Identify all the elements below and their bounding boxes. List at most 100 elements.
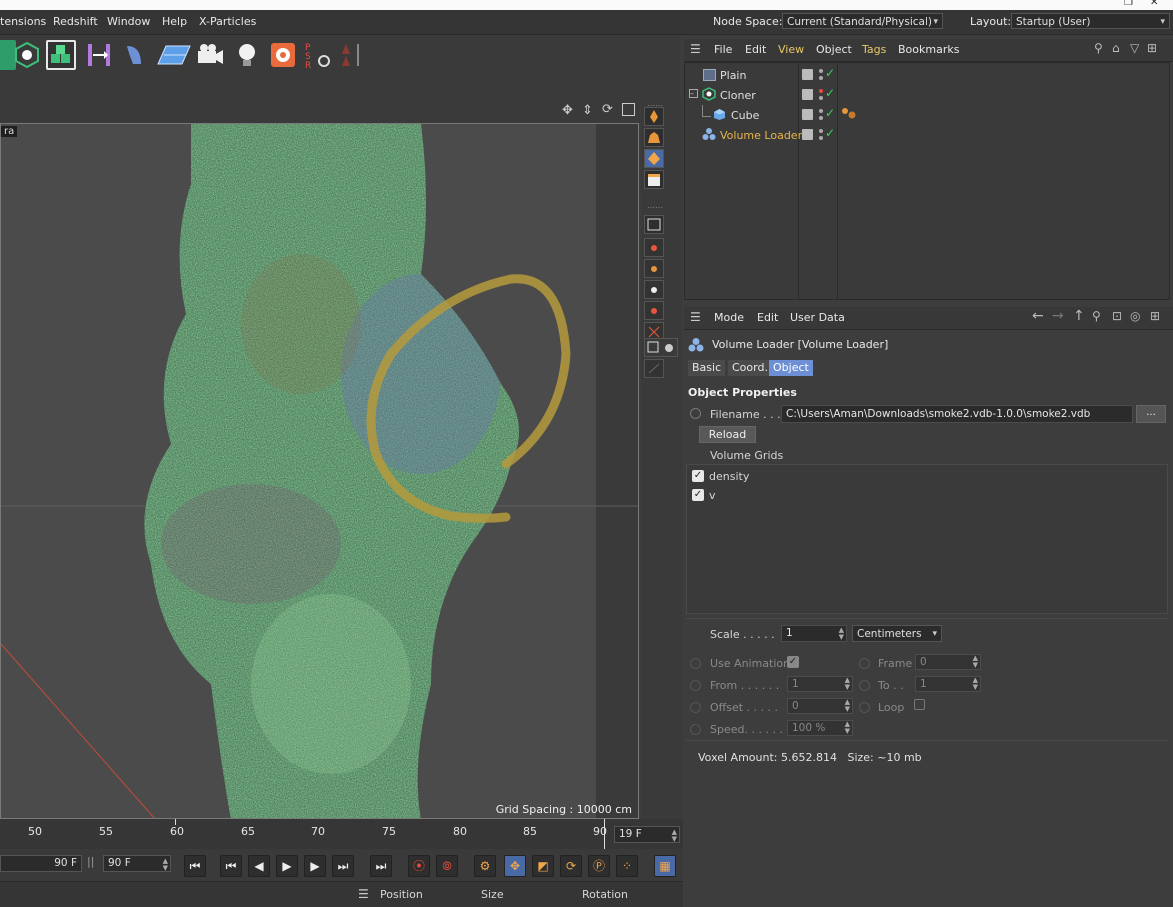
home-icon[interactable]: ⌂ — [1112, 41, 1120, 55]
uv-mode-icon[interactable] — [644, 301, 664, 320]
visibility-dot[interactable] — [819, 89, 823, 93]
editor-visibility-toggle[interactable] — [802, 109, 813, 120]
timeline-window-icon[interactable]: ▦ — [654, 855, 676, 877]
frame-input[interactable]: 0 ▲ ▼ — [915, 654, 981, 670]
enabled-check-icon[interactable]: ✓ — [825, 66, 835, 80]
om-menu-file[interactable]: File — [714, 43, 732, 56]
deformer-tool-icon[interactable] — [119, 40, 149, 70]
paint-mode-icon[interactable] — [644, 215, 664, 234]
frame-radio[interactable] — [859, 658, 870, 669]
keyframe-selection-icon[interactable]: ⚙ — [474, 855, 496, 877]
object-row-cube[interactable]: Cube ✓ — [685, 105, 1169, 125]
previous-frame-icon[interactable]: ◀ — [248, 855, 270, 877]
loop-checkbox[interactable] — [914, 699, 925, 710]
dolly-view-icon[interactable]: ⇕ — [582, 103, 593, 118]
current-frame-field[interactable]: 19 F ▲ ▼ — [614, 826, 680, 843]
layout-dropdown[interactable]: Startup (User) ▾ — [1011, 13, 1170, 29]
from-radio[interactable] — [690, 680, 701, 691]
hamburger-icon[interactable]: ☰ — [690, 42, 701, 56]
new-window-icon[interactable]: ⊞ — [1150, 309, 1160, 323]
am-menu-mode[interactable]: Mode — [714, 311, 744, 324]
psr-tool-icon[interactable]: PSR — [303, 40, 333, 71]
from-input[interactable]: 1 ▲ ▼ — [787, 676, 853, 692]
om-menu-edit[interactable]: Edit — [745, 43, 766, 56]
render-view-icon[interactable] — [644, 128, 664, 147]
menu-x-particles[interactable]: X-Particles — [199, 15, 256, 28]
key-scale-icon[interactable]: ◩ — [532, 855, 554, 877]
go-to-start-icon[interactable]: ⏮ — [184, 855, 206, 877]
menu-help[interactable]: Help — [162, 15, 187, 28]
visibility-dot[interactable] — [819, 136, 823, 140]
om-menu-view[interactable]: View — [778, 43, 804, 56]
key-rotation-icon[interactable]: ⟳ — [560, 855, 582, 877]
use-animation-radio[interactable] — [690, 658, 701, 669]
mograph-tool-icon[interactable] — [46, 40, 76, 70]
light-tool-icon[interactable] — [232, 40, 262, 70]
scale-input[interactable]: 1 ▲ ▼ — [781, 625, 847, 642]
collapse-icon[interactable]: – — [689, 89, 698, 98]
previous-key-icon[interactable]: ⏮ — [220, 855, 242, 877]
move-view-icon[interactable]: ✥ — [562, 103, 573, 118]
am-menu-edit[interactable]: Edit — [757, 311, 778, 324]
scale-unit-dropdown[interactable]: Centimeters ▾ — [852, 625, 942, 642]
maximize-view-icon[interactable] — [622, 103, 635, 116]
render-tool-icon[interactable] — [268, 40, 298, 70]
end-frame-field[interactable]: 90 F ▲ ▼ — [103, 855, 171, 872]
hamburger-icon[interactable]: ☰ — [690, 310, 701, 324]
visibility-dot[interactable] — [819, 109, 823, 113]
om-menu-bookmarks[interactable]: Bookmarks — [898, 43, 959, 56]
spinner-icon[interactable]: ▲ ▼ — [973, 677, 978, 691]
filename-input[interactable]: C:\Users\Aman\Downloads\smoke2.vdb-1.0.0… — [781, 405, 1133, 423]
points-mode-icon[interactable] — [644, 238, 664, 257]
loop-radio[interactable] — [859, 702, 870, 713]
key-position-icon[interactable]: ✥ — [504, 855, 526, 877]
edit-render-settings-icon[interactable] — [644, 107, 664, 126]
to-input[interactable]: 1 ▲ ▼ — [915, 676, 981, 692]
close-icon[interactable]: ✕ — [1150, 0, 1158, 8]
key-pla-icon[interactable]: ⁘ — [616, 855, 638, 877]
editor-visibility-toggle[interactable] — [802, 89, 813, 100]
spinner-icon[interactable]: ▲ ▼ — [839, 627, 844, 641]
rotate-view-icon[interactable]: ⟳ — [602, 102, 613, 117]
back-arrow-icon[interactable]: ← — [1032, 308, 1044, 324]
object-row-plain[interactable]: Plain ✓ — [685, 65, 1169, 85]
visibility-dot[interactable] — [819, 116, 823, 120]
forward-arrow-icon[interactable]: → — [1052, 308, 1064, 324]
browse-button[interactable]: ... — [1136, 405, 1166, 423]
floor-tool-icon[interactable] — [156, 40, 192, 70]
enabled-check-icon[interactable]: ✓ — [825, 126, 835, 140]
am-menu-user-data[interactable]: User Data — [790, 311, 845, 324]
enabled-check-icon[interactable]: ✓ — [825, 86, 835, 100]
material-tag-icon[interactable] — [841, 107, 857, 121]
spinner-icon[interactable]: ▲ ▼ — [973, 655, 978, 669]
3d-viewport[interactable]: ra Grid Spacing : 10000 cm — [0, 123, 639, 819]
visibility-dot[interactable] — [819, 96, 823, 100]
next-frame-icon[interactable]: ▶ — [304, 855, 326, 877]
spinner-icon[interactable]: ▲ ▼ — [845, 721, 850, 735]
tab-basic[interactable]: Basic — [688, 360, 726, 376]
restore-icon[interactable]: ❐ — [1124, 0, 1133, 8]
grid-v-checkbox[interactable]: ✓ — [692, 489, 704, 501]
visibility-dot[interactable] — [819, 69, 823, 73]
menu-redshift[interactable]: Redshift — [53, 15, 98, 28]
filter-icon[interactable]: ▽ — [1130, 41, 1139, 55]
offset-input[interactable]: 0 ▲ ▼ — [787, 698, 853, 714]
spinner-icon[interactable]: ▲ ▼ — [845, 699, 850, 713]
snap-settings-icon[interactable] — [644, 338, 678, 357]
key-parameter-icon[interactable]: Ⓟ — [588, 855, 610, 877]
speed-radio[interactable] — [690, 724, 701, 735]
tab-coord[interactable]: Coord. — [728, 360, 772, 376]
to-radio[interactable] — [859, 680, 870, 691]
cloner-tool-icon[interactable] — [12, 40, 42, 70]
filename-animate-radio[interactable] — [690, 408, 701, 419]
target-icon[interactable]: ◎ — [1130, 309, 1140, 323]
node-space-dropdown[interactable]: Current (Standard/Physical) ▾ — [782, 13, 943, 29]
spinner-icon[interactable]: ▲ ▼ — [672, 829, 677, 843]
om-menu-tags[interactable]: Tags — [862, 43, 886, 56]
use-animation-checkbox[interactable]: ✓ — [787, 656, 799, 668]
fracture-tool-icon[interactable] — [84, 40, 114, 70]
hamburger-icon[interactable]: ☰ — [358, 887, 369, 901]
om-menu-object[interactable]: Object — [816, 43, 852, 56]
auto-key-icon[interactable]: ⦾ — [436, 855, 458, 877]
play-icon[interactable]: ▶ — [276, 855, 298, 877]
